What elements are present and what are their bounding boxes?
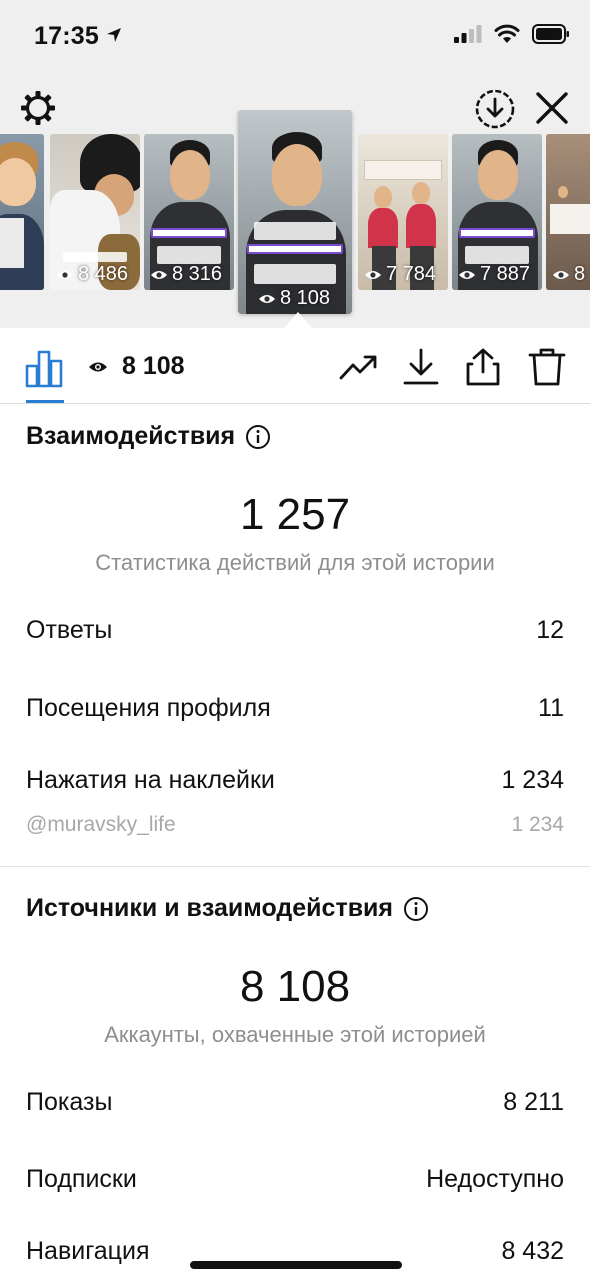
stories-strip: 596 8 486 8 316 — [0, 110, 590, 330]
bar-chart-icon[interactable] — [24, 348, 64, 388]
stat-row-replies: Ответы 12 — [26, 616, 564, 645]
cellular-signal-icon — [454, 25, 482, 43]
views-count: 8 108 — [88, 352, 185, 381]
status-time: 17:35 — [34, 22, 122, 51]
eye-icon — [151, 270, 167, 279]
story-thumbnail-selected[interactable]: 8 108 — [238, 110, 352, 314]
stat-value: 1 234 — [501, 766, 564, 794]
stat-label: Ответы — [26, 616, 113, 644]
story-thumbnail[interactable]: 7 887 — [452, 134, 542, 290]
stat-row-profile-visits: Посещения профиля 11 — [26, 694, 564, 723]
insights-toolbar: 8 108 — [0, 328, 590, 404]
discovery-subtitle: Аккаунты, охваченные этой историей — [104, 1022, 486, 1047]
eye-icon — [553, 270, 569, 279]
stat-row-sticker-taps: Нажатия на наклейки 1 234 — [26, 766, 564, 795]
wifi-icon — [494, 24, 520, 43]
section-divider — [0, 866, 590, 867]
stat-label: Подписки — [26, 1165, 137, 1193]
discovery-total: 8 108 — [239, 962, 351, 1011]
location-arrow-icon — [107, 28, 122, 42]
eye-icon — [259, 294, 275, 303]
story-thumbnail[interactable]: 8 — [546, 134, 590, 290]
stat-label: @muravsky_life — [26, 813, 176, 836]
home-indicator[interactable] — [190, 1261, 402, 1269]
story-thumbnail[interactable]: 596 — [0, 134, 44, 290]
stat-label: Показы — [26, 1088, 113, 1116]
interactions-section-title: Взаимодействия — [26, 422, 271, 451]
battery-icon — [532, 24, 569, 44]
stat-value: 11 — [538, 694, 564, 722]
stat-row-follows: Подписки Недоступно — [26, 1165, 564, 1194]
stat-label: Нажатия на наклейки — [26, 766, 275, 794]
discovery-section-title: Источники и взаимодействия — [26, 894, 429, 923]
active-tab-indicator — [26, 400, 64, 403]
info-icon[interactable] — [245, 424, 271, 450]
status-bar: 17:35 — [0, 0, 590, 72]
stat-row-sticker-detail: @muravsky_life 1 234 — [26, 813, 564, 837]
stat-row-impressions: Показы 8 211 — [26, 1088, 564, 1117]
trending-icon[interactable] — [338, 346, 380, 388]
download-icon[interactable] — [400, 346, 442, 388]
interactions-total: 1 257 — [239, 490, 351, 539]
story-thumbnail[interactable]: 7 784 — [358, 134, 448, 290]
info-icon[interactable] — [403, 896, 429, 922]
eye-icon — [459, 270, 475, 279]
stat-value: 8 432 — [501, 1237, 564, 1265]
share-icon[interactable] — [462, 346, 504, 388]
stat-value: 8 211 — [503, 1088, 564, 1116]
story-thumbnail[interactable]: 8 316 — [144, 134, 234, 290]
eye-icon — [365, 270, 381, 279]
stat-value: 12 — [536, 616, 564, 644]
story-thumbnail[interactable]: 8 486 — [50, 134, 140, 290]
stat-value: 1 234 — [511, 813, 564, 836]
trash-icon[interactable] — [526, 346, 568, 388]
interactions-subtitle: Статистика действий для этой истории — [95, 550, 495, 575]
stat-label: Посещения профиля — [26, 694, 271, 722]
stat-value: Недоступно — [426, 1165, 564, 1193]
stat-label: Навигация — [26, 1237, 150, 1265]
eye-icon — [89, 362, 107, 371]
eye-icon — [57, 270, 73, 279]
selected-story-pointer — [284, 312, 312, 328]
